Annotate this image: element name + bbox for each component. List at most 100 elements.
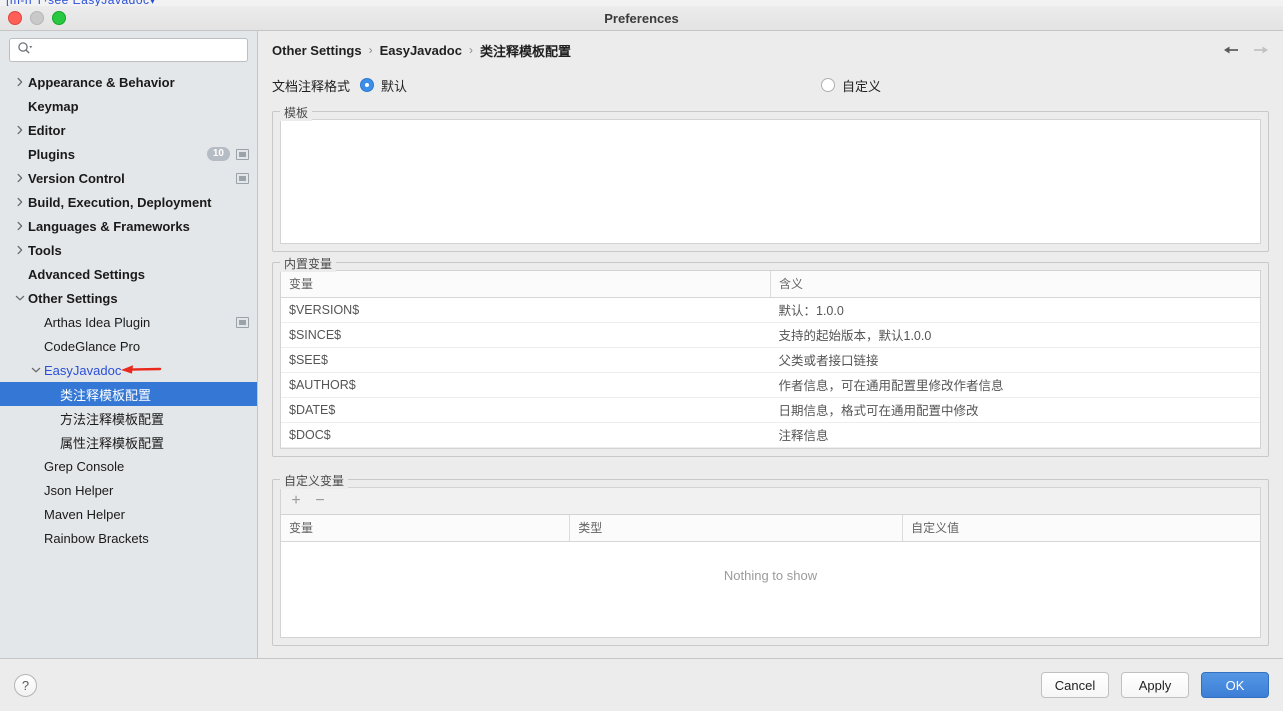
sidebar-item-类注释模板配置[interactable]: 类注释模板配置 (0, 382, 257, 406)
custom-table-wrap: 变量 类型 自定义值 Nothing to show (280, 514, 1261, 638)
dialog-body: Appearance & Behavior Keymap Editor Plugins… (0, 31, 1283, 659)
empty-state-message: Nothing to show (723, 568, 818, 583)
ok-button[interactable]: OK (1201, 672, 1269, 698)
custom-variables-group-inner: + − 变量 类型 自定义值 Nothing to show (273, 480, 1268, 645)
cell-variable: $SEE$ (281, 347, 771, 373)
sidebar-item-easyjavadoc[interactable]: EasyJavadoc (0, 358, 257, 382)
sidebar-item-rainbow-brackets[interactable]: Rainbow Brackets (0, 526, 257, 550)
sidebar-item-arthas-idea-plugin[interactable]: Arthas Idea Plugin (0, 310, 257, 334)
sidebar-item-plugins[interactable]: Plugins 10 (0, 142, 257, 166)
breadcrumb-item[interactable]: EasyJavadoc (380, 43, 462, 58)
table-row[interactable]: $VERSION$ 默认：1.0.0 (281, 297, 1260, 323)
custom-variables-group-title: 自定义变量 (280, 472, 349, 489)
remove-variable-button[interactable]: − (310, 491, 330, 511)
close-button[interactable] (8, 11, 22, 25)
sidebar-search-wrap (0, 31, 257, 68)
table-header-row: 变量 含义 (281, 271, 1260, 298)
search-input[interactable] (33, 41, 247, 59)
sidebar-item-label: Tools (28, 242, 62, 258)
builtin-table-wrap: 变量 含义 $VERSION$ 默认：1.0.0 $SINCE$ 支持的起始版本，默认… (280, 270, 1261, 449)
cell-variable: $VERSION$ (281, 297, 771, 323)
template-editor[interactable] (280, 119, 1261, 244)
sidebar-item-label: 属性注释模板配置 (60, 435, 165, 451)
sidebar-item-languages-frameworks[interactable]: Languages & Frameworks (0, 214, 257, 238)
sidebar-item-label: Other Settings (28, 290, 118, 306)
sidebar-item-build-execution-deployment[interactable]: Build, Execution, Deployment (0, 190, 257, 214)
sidebar-item-方法注释模板配置[interactable]: 方法注释模板配置 (0, 406, 257, 430)
sidebar-item-label: Keymap (28, 98, 79, 114)
chevron-right-icon[interactable] (12, 173, 28, 183)
radio-option-custom[interactable]: 自定义 (821, 76, 881, 95)
chevron-down-icon[interactable] (12, 294, 28, 302)
sidebar-item-label: Plugins (28, 146, 75, 162)
sidebar-item-label: Rainbow Brackets (44, 530, 149, 546)
sidebar-item-label: Build, Execution, Deployment (28, 194, 212, 210)
custom-variables-toolbar: + − (280, 487, 1261, 514)
sidebar-item-version-control[interactable]: Version Control (0, 166, 257, 190)
radio-option-default[interactable]: 默认 (360, 76, 407, 95)
settings-content: Other Settings › EasyJavadoc › 类注释模板配置 文… (258, 31, 1283, 658)
template-group: 模板 (272, 104, 1269, 252)
radio-default-indicator (360, 78, 375, 92)
cell-meaning: 父类或者接口链接 (770, 347, 1260, 373)
sidebar-item-grep-console[interactable]: Grep Console (0, 454, 257, 478)
chevron-right-icon[interactable] (12, 245, 28, 255)
panel-indicator-icon (236, 172, 249, 184)
sidebar-item-codeglance-pro[interactable]: CodeGlance Pro (0, 334, 257, 358)
forward-arrow-icon[interactable] (1252, 44, 1269, 57)
column-header-custom-variable[interactable]: 变量 (281, 515, 571, 542)
radio-custom-label: 自定义 (842, 78, 882, 94)
sidebar-item-label: Arthas Idea Plugin (44, 314, 151, 330)
template-group-title: 模板 (280, 104, 313, 121)
column-header-custom-type[interactable]: 类型 (569, 515, 904, 542)
sidebar-item-other-settings[interactable]: Other Settings (0, 286, 257, 310)
sidebar-item-label: 方法注释模板配置 (60, 411, 165, 427)
cell-meaning: 默认：1.0.0 (770, 297, 1260, 323)
builtin-variables-group-title: 内置变量 (280, 255, 337, 272)
sidebar-item-appearance-behavior[interactable]: Appearance & Behavior (0, 70, 257, 94)
table-row[interactable]: $SINCE$ 支持的起始版本，默认1.0.0 (281, 322, 1260, 348)
sidebar-item-keymap[interactable]: Keymap (0, 94, 257, 118)
apply-button[interactable]: Apply (1121, 672, 1189, 698)
sidebar-item-json-helper[interactable]: Json Helper (0, 478, 257, 502)
table-row[interactable]: $DOC$ 注释信息 (281, 422, 1260, 448)
minimize-button[interactable] (30, 11, 44, 25)
chevron-right-icon[interactable] (12, 197, 28, 207)
sidebar-item-label: Languages & Frameworks (28, 218, 190, 234)
sidebar-item-editor[interactable]: Editor (0, 118, 257, 142)
cell-variable: $DOC$ (281, 422, 771, 448)
breadcrumb: Other Settings › EasyJavadoc › 类注释模板配置 (272, 41, 571, 60)
maximize-button[interactable] (52, 11, 66, 25)
sidebar-item-属性注释模板配置[interactable]: 属性注释模板配置 (0, 430, 257, 454)
builtin-variables-group-inner: 变量 含义 $VERSION$ 默认：1.0.0 $SINCE$ 支持的起始版本，默认… (273, 263, 1268, 456)
sidebar-item-advanced-settings[interactable]: Advanced Settings (0, 262, 257, 286)
back-arrow-icon[interactable] (1223, 44, 1240, 57)
breadcrumb-separator: › (468, 43, 473, 57)
table-row[interactable]: $AUTHOR$ 作者信息，可在通用配置里修改作者信息 (281, 372, 1260, 398)
breadcrumb-item[interactable]: Other Settings (272, 43, 362, 58)
chevron-down-icon[interactable] (28, 366, 44, 374)
table-row[interactable]: $SEE$ 父类或者接口链接 (281, 347, 1260, 373)
breadcrumb-item[interactable]: 类注释模板配置 (480, 41, 571, 60)
sidebar-item-label: Grep Console (44, 458, 125, 474)
sidebar-item-maven-helper[interactable]: Maven Helper (0, 502, 257, 526)
doc-format-row: 文档注释格式 默认 自定义 (272, 69, 1269, 101)
add-variable-button[interactable]: + (286, 491, 306, 511)
cancel-button[interactable]: Cancel (1041, 672, 1109, 698)
radio-custom-indicator (821, 78, 835, 92)
sidebar-item-tools[interactable]: Tools (0, 238, 257, 262)
settings-sidebar: Appearance & Behavior Keymap Editor Plugins… (0, 31, 258, 658)
help-button[interactable]: ? (14, 673, 37, 697)
column-header-variable[interactable]: 变量 (281, 271, 771, 298)
chevron-right-icon[interactable] (12, 221, 28, 231)
chevron-right-icon[interactable] (12, 77, 28, 87)
column-header-meaning[interactable]: 含义 (770, 271, 1260, 298)
search-field[interactable] (9, 38, 248, 62)
sidebar-item-label: CodeGlance Pro (44, 338, 141, 354)
chevron-right-icon[interactable] (12, 125, 28, 135)
sidebar-item-label: 类注释模板配置 (60, 387, 152, 403)
table-row[interactable]: $DATE$ 日期信息，格式可在通用配置中修改 (281, 397, 1260, 423)
custom-variables-table: 变量 类型 自定义值 (281, 515, 1260, 542)
column-header-custom-value[interactable]: 自定义值 (902, 515, 1260, 542)
preferences-dialog: Preferences Appearance & Behavior Keymap E (0, 6, 1283, 711)
